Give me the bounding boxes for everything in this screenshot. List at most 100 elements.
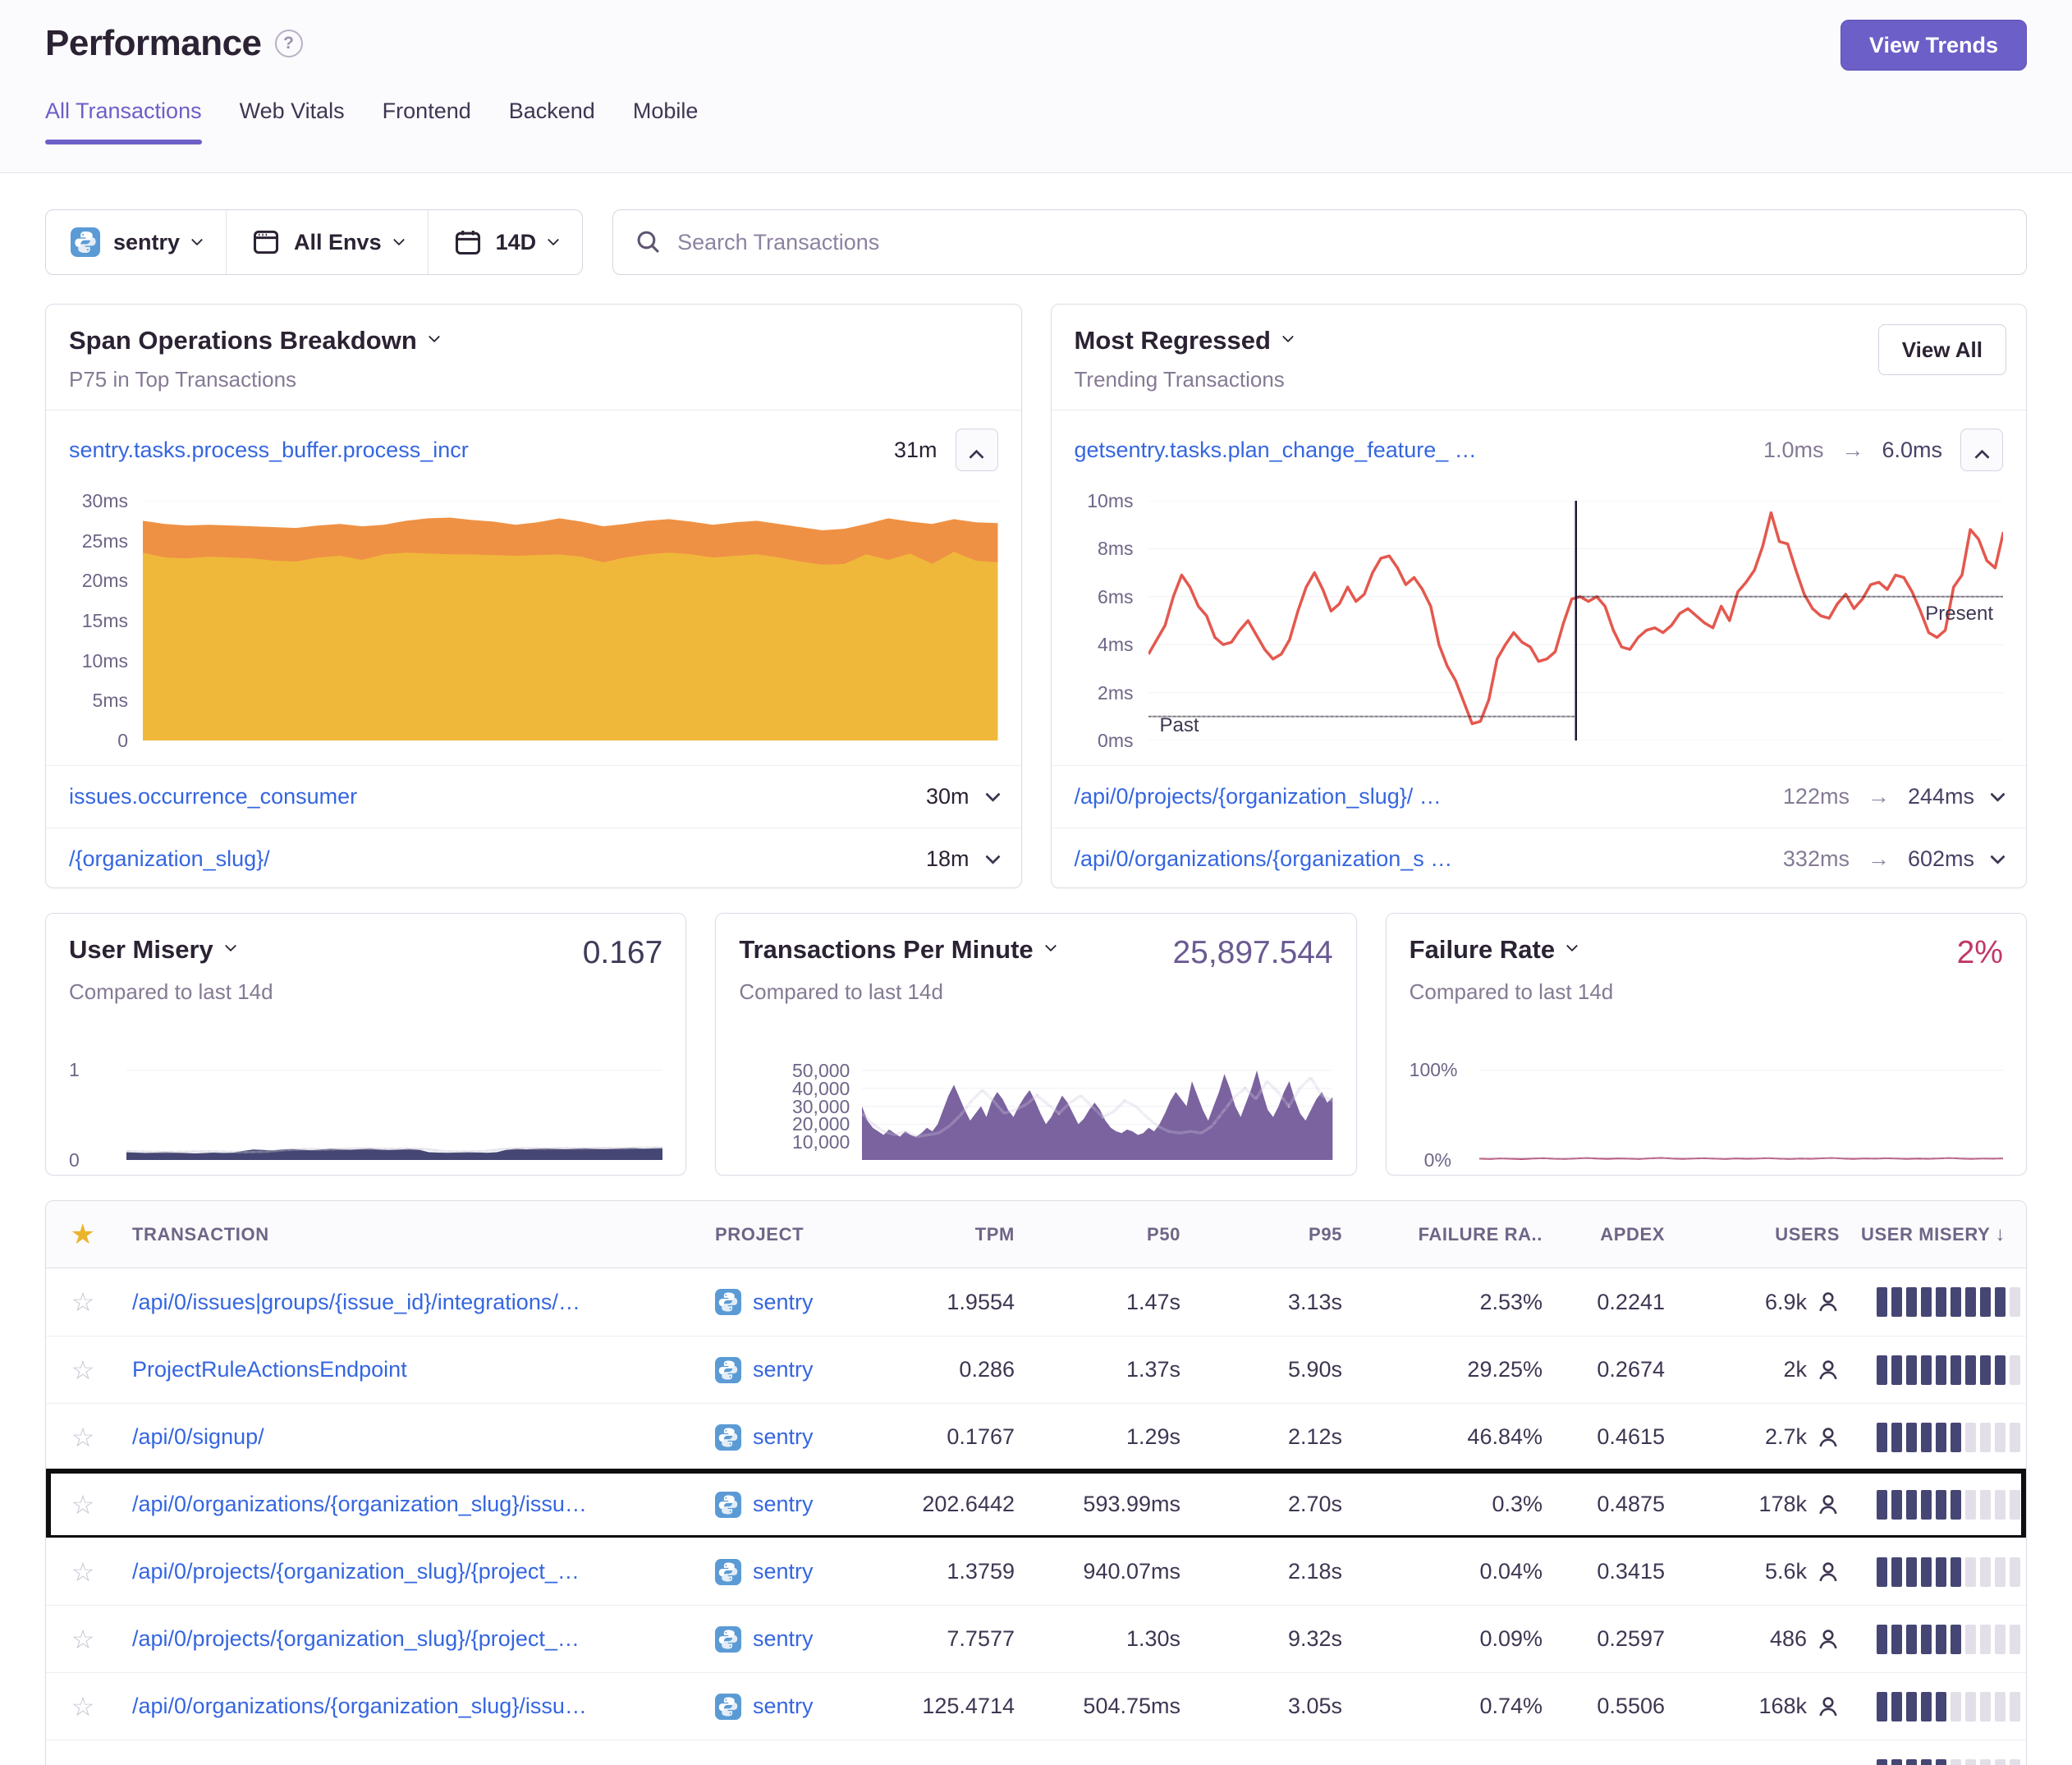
expand-button[interactable] [1992,854,2003,864]
table-row[interactable]: ☆ /api/0/projects/{organization_slug}/{p… [46,1538,2026,1605]
span-op-link[interactable]: sentry.tasks.process_buffer.process_incr [69,438,469,463]
column-header-apdex[interactable]: APDEX [1600,1224,1665,1245]
column-header-user-misery[interactable]: USER MISERY ↓ [1861,1223,2026,1246]
favorite-star-icon[interactable]: ☆ [71,1287,95,1317]
span-op-row: /{organization_slug}/ 18m [46,827,1021,888]
search-input[interactable] [677,230,2005,255]
y-tick: 15ms [46,610,128,631]
search-icon [635,228,662,256]
date-range-filter-label: 14D [496,230,537,255]
table-row[interactable]: ☆ /api/0/projects/{organization_slug}/{p… [46,1605,2026,1672]
favorite-star-icon[interactable]: ☆ [71,1557,95,1587]
transaction-link[interactable]: /api/0/organizations/{organization_slug}… [132,1492,587,1516]
transaction-link[interactable]: /api/0/projects/{organization_slug}/{pro… [132,1559,580,1584]
failure-rate-value: 0.74% [1479,1694,1543,1719]
regressed-transaction-link[interactable]: /api/0/organizations/{organization_s … [1075,846,1453,872]
column-header-project[interactable]: PROJECT [707,1224,867,1245]
regressed-transaction-link[interactable]: /api/0/projects/{organization_slug}/ … [1075,784,1442,809]
transaction-link[interactable]: ProjectRuleActionsEndpoint [132,1357,407,1382]
span-panel-title: Span Operations Breakdown [69,326,417,355]
tab-web-vitals[interactable]: Web Vitals [240,99,345,144]
table-row[interactable]: ☆ /api/0/issues|groups/{issue_id}/integr… [46,1268,2026,1336]
table-row[interactable]: ☆ /api/0/signup/ sentry 0.1767 1.29s 2.1… [46,1403,2026,1470]
column-header-p95[interactable]: P95 [1309,1224,1342,1245]
tab-frontend[interactable]: Frontend [383,99,471,144]
y-tick: 10ms [46,650,128,672]
chevron-down-icon [1045,940,1057,951]
project-link[interactable]: sentry [753,1694,814,1719]
tab-all-transactions[interactable]: All Transactions [45,99,202,144]
project-filter[interactable]: sentry [46,210,226,274]
view-trends-button[interactable]: View Trends [1841,20,2027,71]
python-project-icon [71,227,100,257]
users-count: 178k [1758,1492,1807,1517]
view-all-button[interactable]: View All [1878,324,2006,375]
project-filter-label: sentry [113,230,180,255]
project-link[interactable]: sentry [753,1357,814,1382]
collapse-button[interactable] [1960,429,2003,471]
regressed-panel-title-dropdown[interactable]: Most Regressed [1075,326,1292,355]
tab-backend[interactable]: Backend [509,99,595,144]
column-header-users[interactable]: USERS [1775,1224,1840,1245]
project-link[interactable]: sentry [753,1626,814,1652]
chevron-down-icon [429,331,440,342]
favorite-star-icon[interactable]: ☆ [71,1490,95,1520]
tpm-panel: Transactions Per Minute 25,897.544 Compa… [715,913,1356,1176]
expand-button[interactable] [988,854,998,864]
chevron-down-icon [1566,940,1578,951]
transaction-link[interactable]: /api/0/signup/ [132,1424,264,1449]
table-row[interactable]: ☆ /api/0/organizations/{organization_slu… [46,1672,2026,1740]
regressed-transaction-link[interactable]: getsentry.tasks.plan_change_feature_ … [1075,438,1477,463]
page-title: Performance [45,23,262,64]
project-link[interactable]: sentry [753,1290,814,1315]
tab-mobile[interactable]: Mobile [633,99,699,144]
favorite-star-icon[interactable]: ☆ [71,1692,95,1721]
transaction-link[interactable]: /api/0/issues|groups/{issue_id}/integrat… [132,1290,580,1314]
search-box [612,209,2027,275]
arrow-right-icon: → [1841,438,1863,463]
apdex-value: 0.4615 [1597,1424,1665,1450]
favorite-star-icon[interactable]: ☆ [71,1355,95,1385]
tpm-title-dropdown[interactable]: Transactions Per Minute [739,935,1054,965]
chevron-up-icon [1974,449,1989,464]
table-row[interactable]: ☆ ProjectRuleActionsEndpoint sentry 0.28… [46,1336,2026,1403]
expand-button[interactable] [988,791,998,802]
transaction-link[interactable]: /api/0/organizations/{organization_slug}… [132,1694,587,1718]
user-misery-title-dropdown[interactable]: User Misery [69,935,235,965]
failure-rate-title-dropdown[interactable]: Failure Rate [1410,935,1576,965]
column-header-tpm[interactable]: TPM [975,1224,1015,1245]
table-row[interactable]: ☆ /api/0/organizations/{organization_slu… [46,1470,2026,1538]
project-link[interactable]: sentry [753,1559,814,1584]
environment-filter[interactable]: All Envs [227,210,428,274]
y-tick: 4ms [1052,634,1134,655]
table-header-row: ★ TRANSACTION PROJECT TPM P50 P95 FAILUR… [46,1201,2026,1268]
favorite-star-icon[interactable]: ☆ [71,1423,95,1452]
span-panel-head: Span Operations Breakdown P75 in Top Tra… [46,305,1021,410]
span-op-link[interactable]: issues.occurrence_consumer [69,784,357,809]
failure-rate-value: 46.84% [1467,1424,1543,1450]
user-misery-value: 0.167 [583,935,663,971]
help-icon[interactable]: ? [275,30,303,57]
transaction-link[interactable]: /api/0/projects/{organization_slug}/{pro… [132,1626,580,1651]
collapse-button[interactable] [956,429,998,471]
users-count: 6.9k [1765,1290,1807,1315]
column-header-transaction[interactable]: TRANSACTION [120,1224,707,1245]
favorite-star-icon[interactable]: ★ [46,1218,120,1251]
span-panel-title-dropdown[interactable]: Span Operations Breakdown [69,326,438,355]
column-header-failure-rate[interactable]: FAILURE RA.. [1419,1224,1543,1245]
span-breakdown-plot [143,501,998,740]
date-range-filter[interactable]: 14D [429,210,583,274]
tpm-plot [862,1061,1332,1160]
span-op-value: 18m [926,846,970,872]
favorite-star-icon[interactable]: ☆ [71,1625,95,1654]
tpm-value: 0.286 [959,1357,1015,1382]
project-link[interactable]: sentry [753,1424,814,1450]
expand-button[interactable] [1992,791,2003,802]
column-header-p50[interactable]: P50 [1147,1224,1180,1245]
tpm-value: 125.4714 [922,1694,1015,1719]
span-op-link[interactable]: /{organization_slug}/ [69,846,270,872]
tpm-title: Transactions Per Minute [739,935,1033,965]
project-link[interactable]: sentry [753,1492,814,1517]
table-row[interactable]: ☆ [46,1740,2026,1765]
failure-rate-value: 0.09% [1479,1626,1543,1652]
